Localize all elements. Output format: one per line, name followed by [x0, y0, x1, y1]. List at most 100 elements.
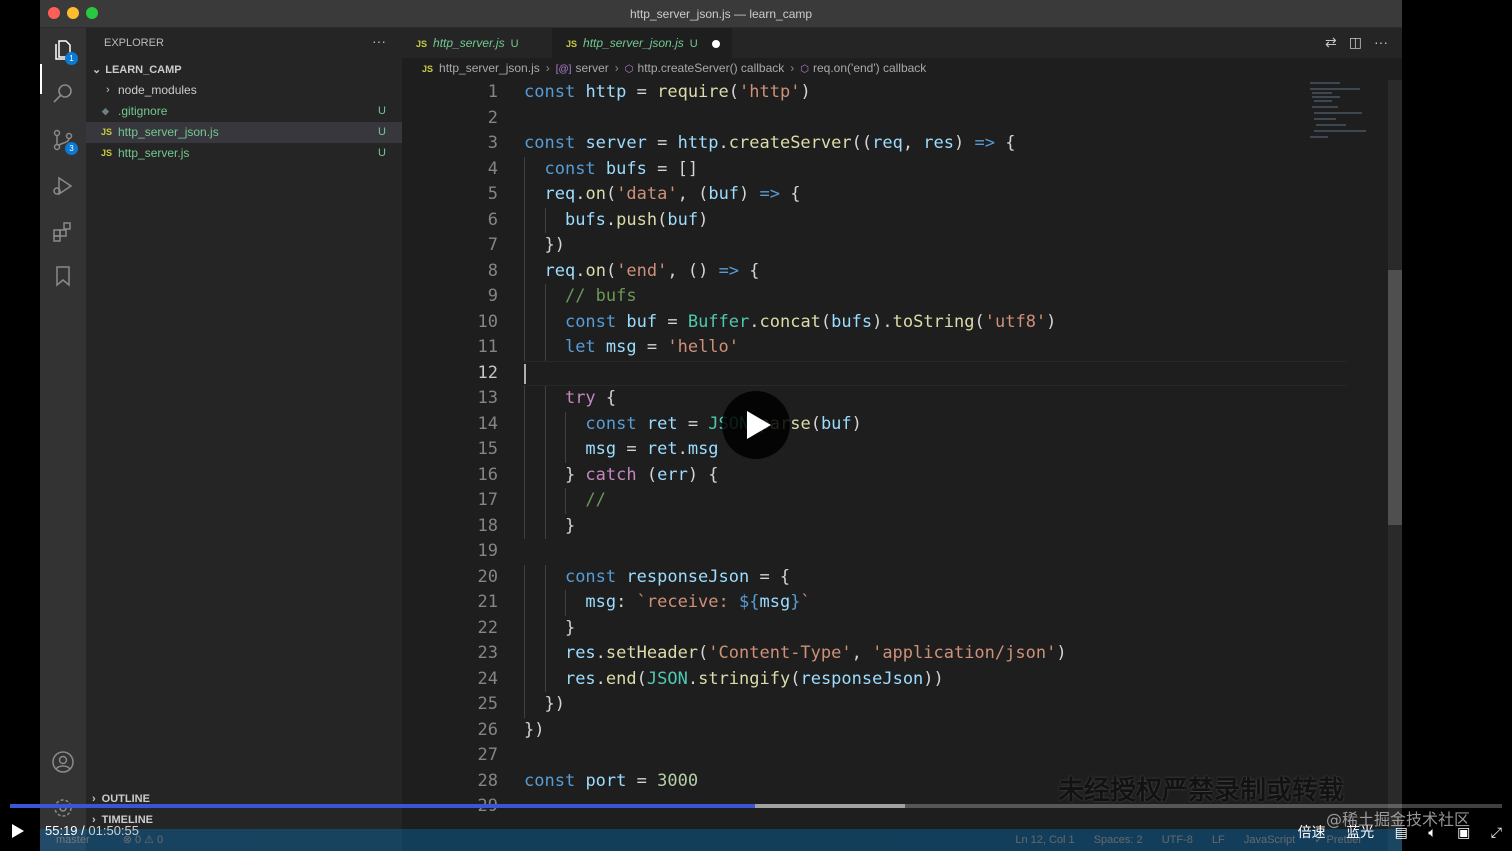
copyright-notice: 未经授权严禁录制或转载: [1058, 776, 1345, 806]
explorer-icon[interactable]: 1: [51, 38, 78, 65]
tab-http-server[interactable]: JS http_server.js U: [402, 28, 552, 58]
window-title: http_server_json.js — learn_camp: [629, 7, 813, 21]
code-line[interactable]: 22 }: [402, 615, 1342, 641]
code-text: try {: [564, 388, 617, 408]
source-control-icon[interactable]: 3: [51, 128, 78, 155]
fullscreen-icon[interactable]: ⤢: [1491, 825, 1502, 841]
code-line[interactable]: 11 let msg = 'hello': [402, 335, 1342, 361]
chevron-down-icon: ⌄: [92, 64, 102, 76]
code-line[interactable]: 5 req.on('data', (buf) => {: [402, 182, 1342, 208]
video-play-button[interactable]: [722, 391, 790, 459]
line-number: 15: [477, 439, 498, 459]
code-line[interactable]: 19: [402, 539, 1342, 565]
code-line[interactable]: 18 }: [402, 513, 1342, 539]
code-line[interactable]: 27: [402, 743, 1342, 769]
code-text: }): [524, 235, 565, 255]
code-line[interactable]: 9 // bufs: [402, 284, 1342, 310]
code-line[interactable]: 15 msg = ret.msg: [402, 437, 1342, 463]
breadcrumb-item[interactable]: http.createServer() callback: [638, 61, 785, 75]
more-actions-icon[interactable]: ···: [372, 33, 386, 49]
title-bar: http_server_json.js — learn_camp: [40, 0, 1402, 28]
code-line[interactable]: 25 }): [402, 692, 1342, 718]
tree-item-http-server-json[interactable]: JS http_server_json.js U: [86, 122, 402, 143]
time-display: 55:19 / 01:50:55: [45, 823, 139, 838]
code-line[interactable]: 6 bufs.push(buf): [402, 207, 1342, 233]
code-line[interactable]: 8 req.on('end', () => {: [402, 258, 1342, 284]
breadcrumb-file[interactable]: http_server_json.js: [439, 61, 540, 75]
minimap-line: [1310, 136, 1328, 138]
breadcrumb-item[interactable]: server: [575, 61, 608, 75]
code-text: }: [524, 617, 576, 638]
code-line[interactable]: 16 } catch (err) {: [402, 462, 1342, 488]
play-icon[interactable]: [12, 824, 24, 838]
git-status-untracked: U: [378, 147, 386, 159]
tab-label: http_server_json.js: [583, 36, 684, 50]
search-icon[interactable]: [51, 82, 75, 106]
code-text: res.end(JSON.stringify(responseJson)): [564, 668, 944, 689]
code-line[interactable]: 17 //: [402, 488, 1342, 514]
compare-changes-icon[interactable]: ⇄: [1325, 34, 1337, 50]
code-text: }: [524, 515, 576, 536]
tree-item-node-modules[interactable]: › node_modules: [86, 80, 402, 101]
code-line[interactable]: 4 const bufs = []: [402, 156, 1342, 182]
code-line[interactable]: 24 res.end(JSON.stringify(responseJson)): [402, 666, 1342, 692]
code-text: res.setHeader('Content-Type', 'applicati…: [564, 643, 1067, 663]
code-line[interactable]: 7 }): [402, 233, 1342, 259]
sidebar-title: EXPLORER: [104, 37, 164, 49]
minimap[interactable]: [1308, 80, 1388, 140]
tree-item-gitignore[interactable]: ◆ .gitignore U: [86, 101, 402, 122]
volume-icon[interactable]: 🔈︎: [1428, 825, 1436, 841]
code-line[interactable]: 1 const http = require('http'): [402, 80, 1342, 106]
subtitles-icon[interactable]: ▤: [1395, 825, 1408, 841]
code-line[interactable]: 23 res.setHeader('Content-Type', 'applic…: [402, 641, 1342, 667]
account-icon[interactable]: [51, 750, 75, 774]
tree-item-http-server[interactable]: JS http_server.js U: [86, 143, 402, 164]
code-line[interactable]: 21 msg: `receive: ${msg}`: [402, 590, 1342, 616]
speed-button[interactable]: 倍速: [1298, 825, 1326, 841]
video-progress-bar[interactable]: [10, 804, 1502, 808]
code-text: msg: `receive: ${msg}`: [585, 592, 811, 612]
code-text: }): [524, 719, 545, 740]
line-number: 6: [487, 209, 498, 230]
code-line[interactable]: 14 const ret = JSON.parse(buf): [402, 411, 1342, 437]
code-text: const http = require('http'): [524, 82, 811, 102]
run-debug-icon[interactable]: [51, 174, 75, 198]
code-text: //: [585, 490, 606, 510]
minimap-line: [1314, 130, 1366, 132]
time-separator: /: [77, 823, 89, 838]
line-number: 11: [477, 337, 498, 357]
code-text: } catch (err) {: [524, 464, 719, 485]
code-text: // bufs: [564, 286, 637, 306]
split-editor-icon[interactable]: ◫: [1349, 34, 1362, 50]
current-time: 55:19: [45, 823, 78, 838]
editor-actions: ⇄ ◫ ···: [1313, 34, 1388, 51]
code-text: let msg = 'hello': [564, 337, 740, 357]
code-line[interactable]: 12: [402, 360, 1346, 387]
code-line[interactable]: 26}): [402, 718, 1342, 744]
tab-http-server-json[interactable]: JS http_server_json.js U: [552, 28, 732, 58]
more-actions-icon[interactable]: ···: [1374, 34, 1388, 50]
code-line[interactable]: 13 try {: [402, 386, 1342, 412]
player-right-controls: 倍速 蓝光 ▤ 🔈︎ ▣ ⤢: [1282, 822, 1502, 842]
javascript-file-icon: JS: [416, 39, 428, 49]
extensions-icon[interactable]: [51, 220, 75, 244]
workspace-folder[interactable]: ⌄ LEARN_CAMP: [92, 63, 182, 76]
progress-played: [10, 804, 755, 808]
vertical-scrollbar[interactable]: [1388, 80, 1402, 851]
breadcrumb-item[interactable]: req.on('end') callback: [813, 61, 926, 75]
code-line[interactable]: 20 const responseJson = {: [402, 564, 1342, 590]
code-line[interactable]: 10 const buf = Buffer.concat(bufs).toStr…: [402, 309, 1342, 335]
breadcrumb-separator: ›: [790, 61, 795, 75]
line-number: 18: [477, 515, 498, 536]
picture-in-picture-icon[interactable]: ▣: [1457, 825, 1470, 841]
minimap-line: [1314, 112, 1362, 114]
quality-button[interactable]: 蓝光: [1346, 825, 1374, 841]
scrollbar-thumb[interactable]: [1388, 270, 1402, 525]
code-text: req.on('data', (buf) => {: [544, 184, 801, 204]
code-line[interactable]: 2: [402, 106, 1342, 132]
code-line[interactable]: 3 const server = http.createServer((req, …: [402, 131, 1342, 157]
line-number: 22: [477, 617, 498, 638]
tab-status: U: [510, 38, 519, 50]
bookmark-icon[interactable]: [51, 264, 75, 288]
unsaved-dot-icon[interactable]: [711, 39, 720, 48]
